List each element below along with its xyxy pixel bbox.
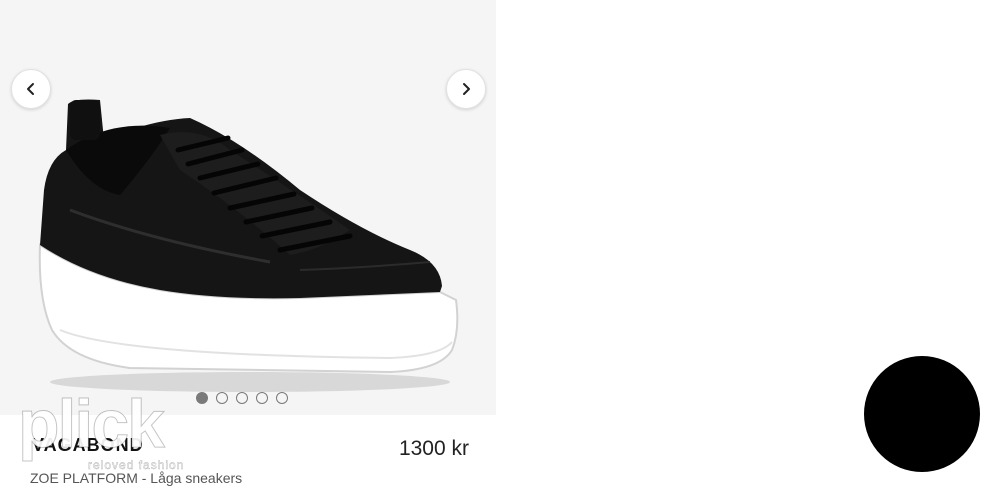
product-info: VAGABOND ZOE PLATFORM - Låga sneakers 13…: [0, 415, 496, 496]
product-image: [38, 99, 459, 392]
product-image-gallery[interactable]: [0, 0, 496, 415]
pagination-dot-4[interactable]: [256, 392, 268, 404]
product-name: ZOE PLATFORM - Låga sneakers: [30, 470, 243, 486]
previous-image-button[interactable]: [11, 69, 51, 109]
image-pagination-dots: [196, 392, 288, 404]
pagination-dot-2[interactable]: [216, 392, 228, 404]
product-price: 1300 kr: [398, 437, 469, 460]
product-brand: VAGABOND: [32, 435, 144, 455]
chevron-left-icon: [27, 83, 34, 95]
pagination-dot-3[interactable]: [236, 392, 248, 404]
floating-action-button[interactable]: [864, 356, 980, 472]
next-image-button[interactable]: [446, 69, 486, 109]
pagination-dot-5[interactable]: [276, 392, 288, 404]
product-card[interactable]: VAGABOND ZOE PLATFORM - Låga sneakers 13…: [0, 0, 496, 496]
page: VAGABOND ZOE PLATFORM - Låga sneakers 13…: [0, 0, 1000, 496]
chevron-right-icon: [463, 83, 470, 95]
pagination-dot-1[interactable]: [196, 392, 208, 404]
